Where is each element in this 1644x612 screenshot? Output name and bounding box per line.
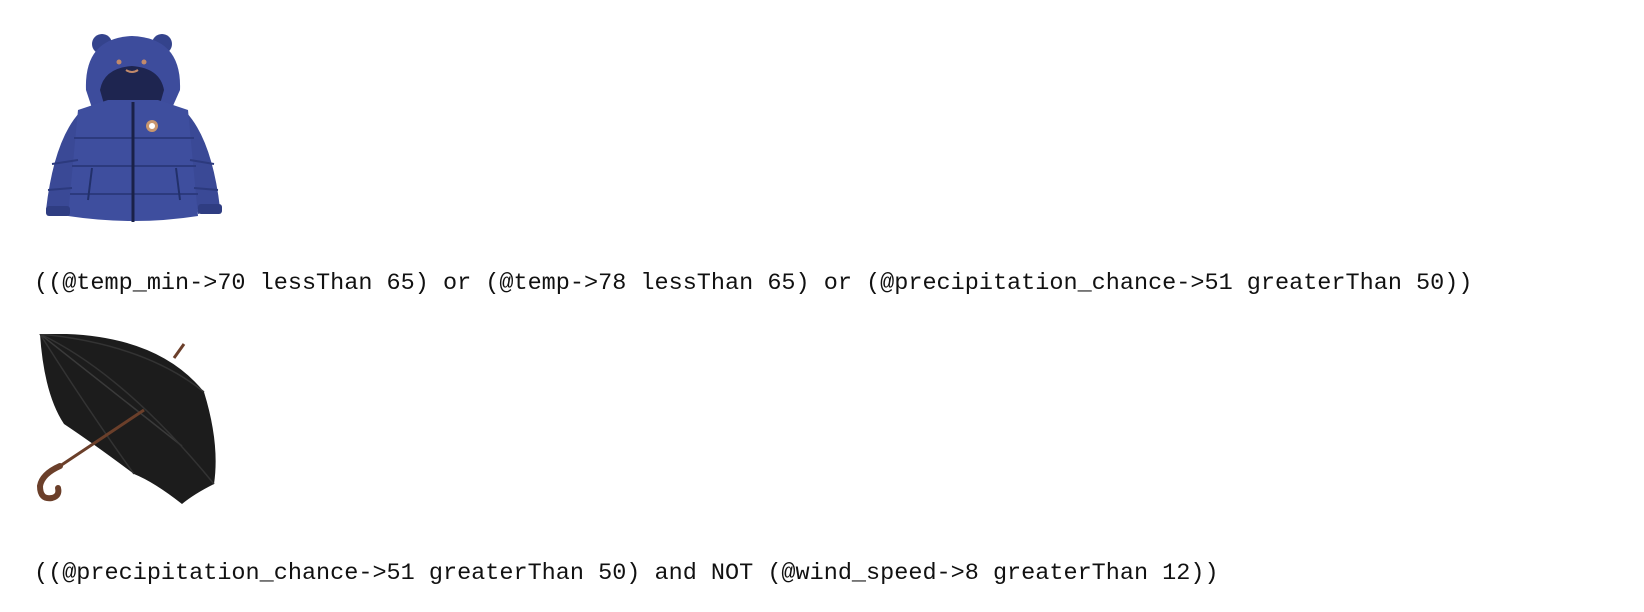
rule-text: ((@precipitation_chance->51 greaterThan … <box>34 560 1219 587</box>
umbrella-icon <box>34 334 240 514</box>
rule-text: ((@temp_min->70 lessThan 65) or (@temp->… <box>34 270 1473 297</box>
jacket-icon <box>34 30 234 238</box>
